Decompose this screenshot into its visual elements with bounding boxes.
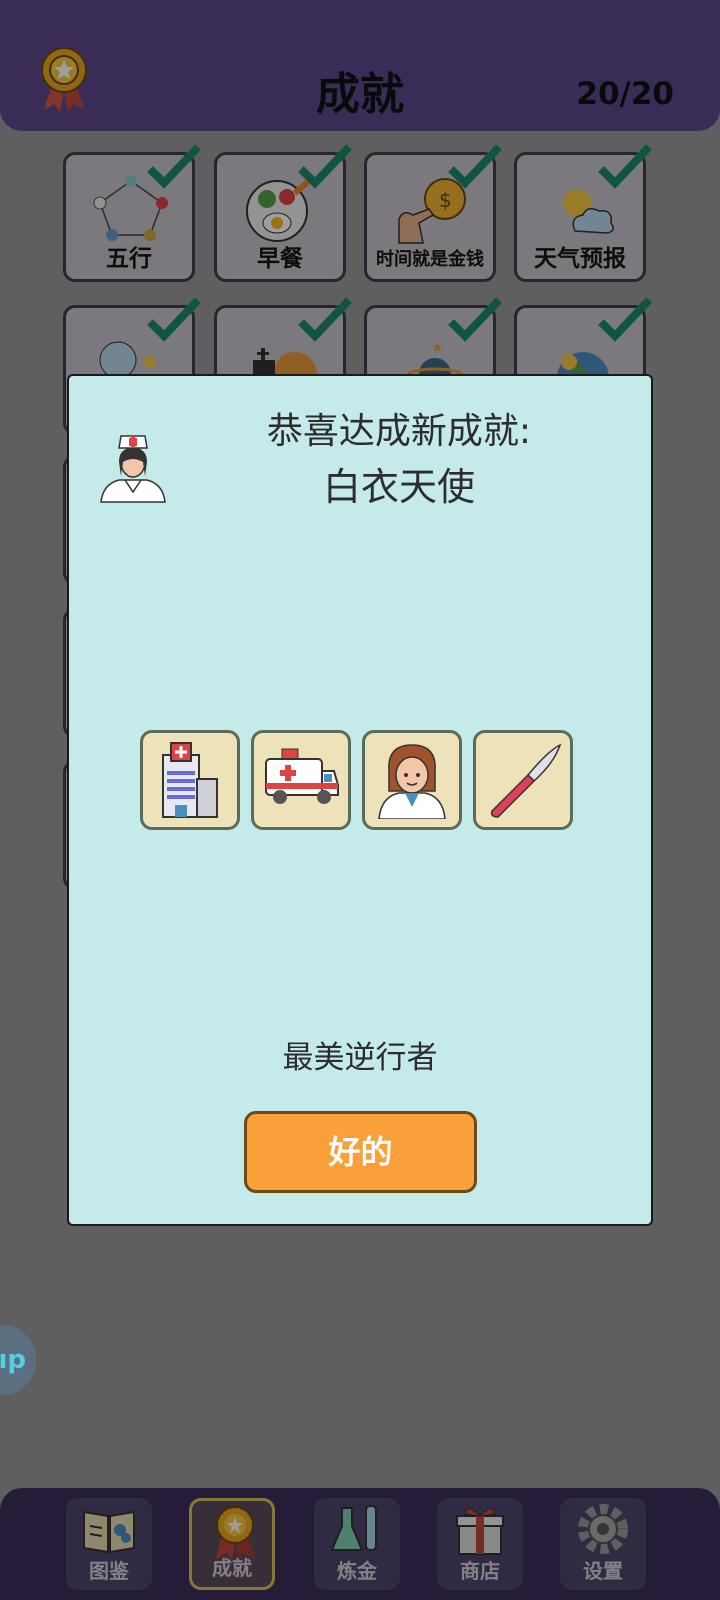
hospital-icon (162, 742, 218, 818)
dialog-heading: 恭喜达成新成就: (266, 411, 532, 452)
scalpel-icon (490, 743, 562, 818)
achievement-name: 白衣天使 (322, 465, 475, 509)
recipe-item-doctor (362, 730, 462, 830)
achievement-unlocked-dialog: 恭喜达成新成就: 白衣天使 最美逆行者 好的 (67, 374, 653, 1226)
ok-button[interactable]: 好的 (244, 1111, 477, 1193)
nurse-icon (100, 435, 166, 503)
achievement-description: 最美逆行者 (282, 1040, 438, 1076)
recipe-item-hospital (140, 730, 240, 830)
doctor-icon (378, 744, 446, 819)
recipe-item-ambulance (251, 730, 351, 830)
ambulance-icon (265, 748, 339, 804)
recipe-item-scalpel (473, 730, 573, 830)
